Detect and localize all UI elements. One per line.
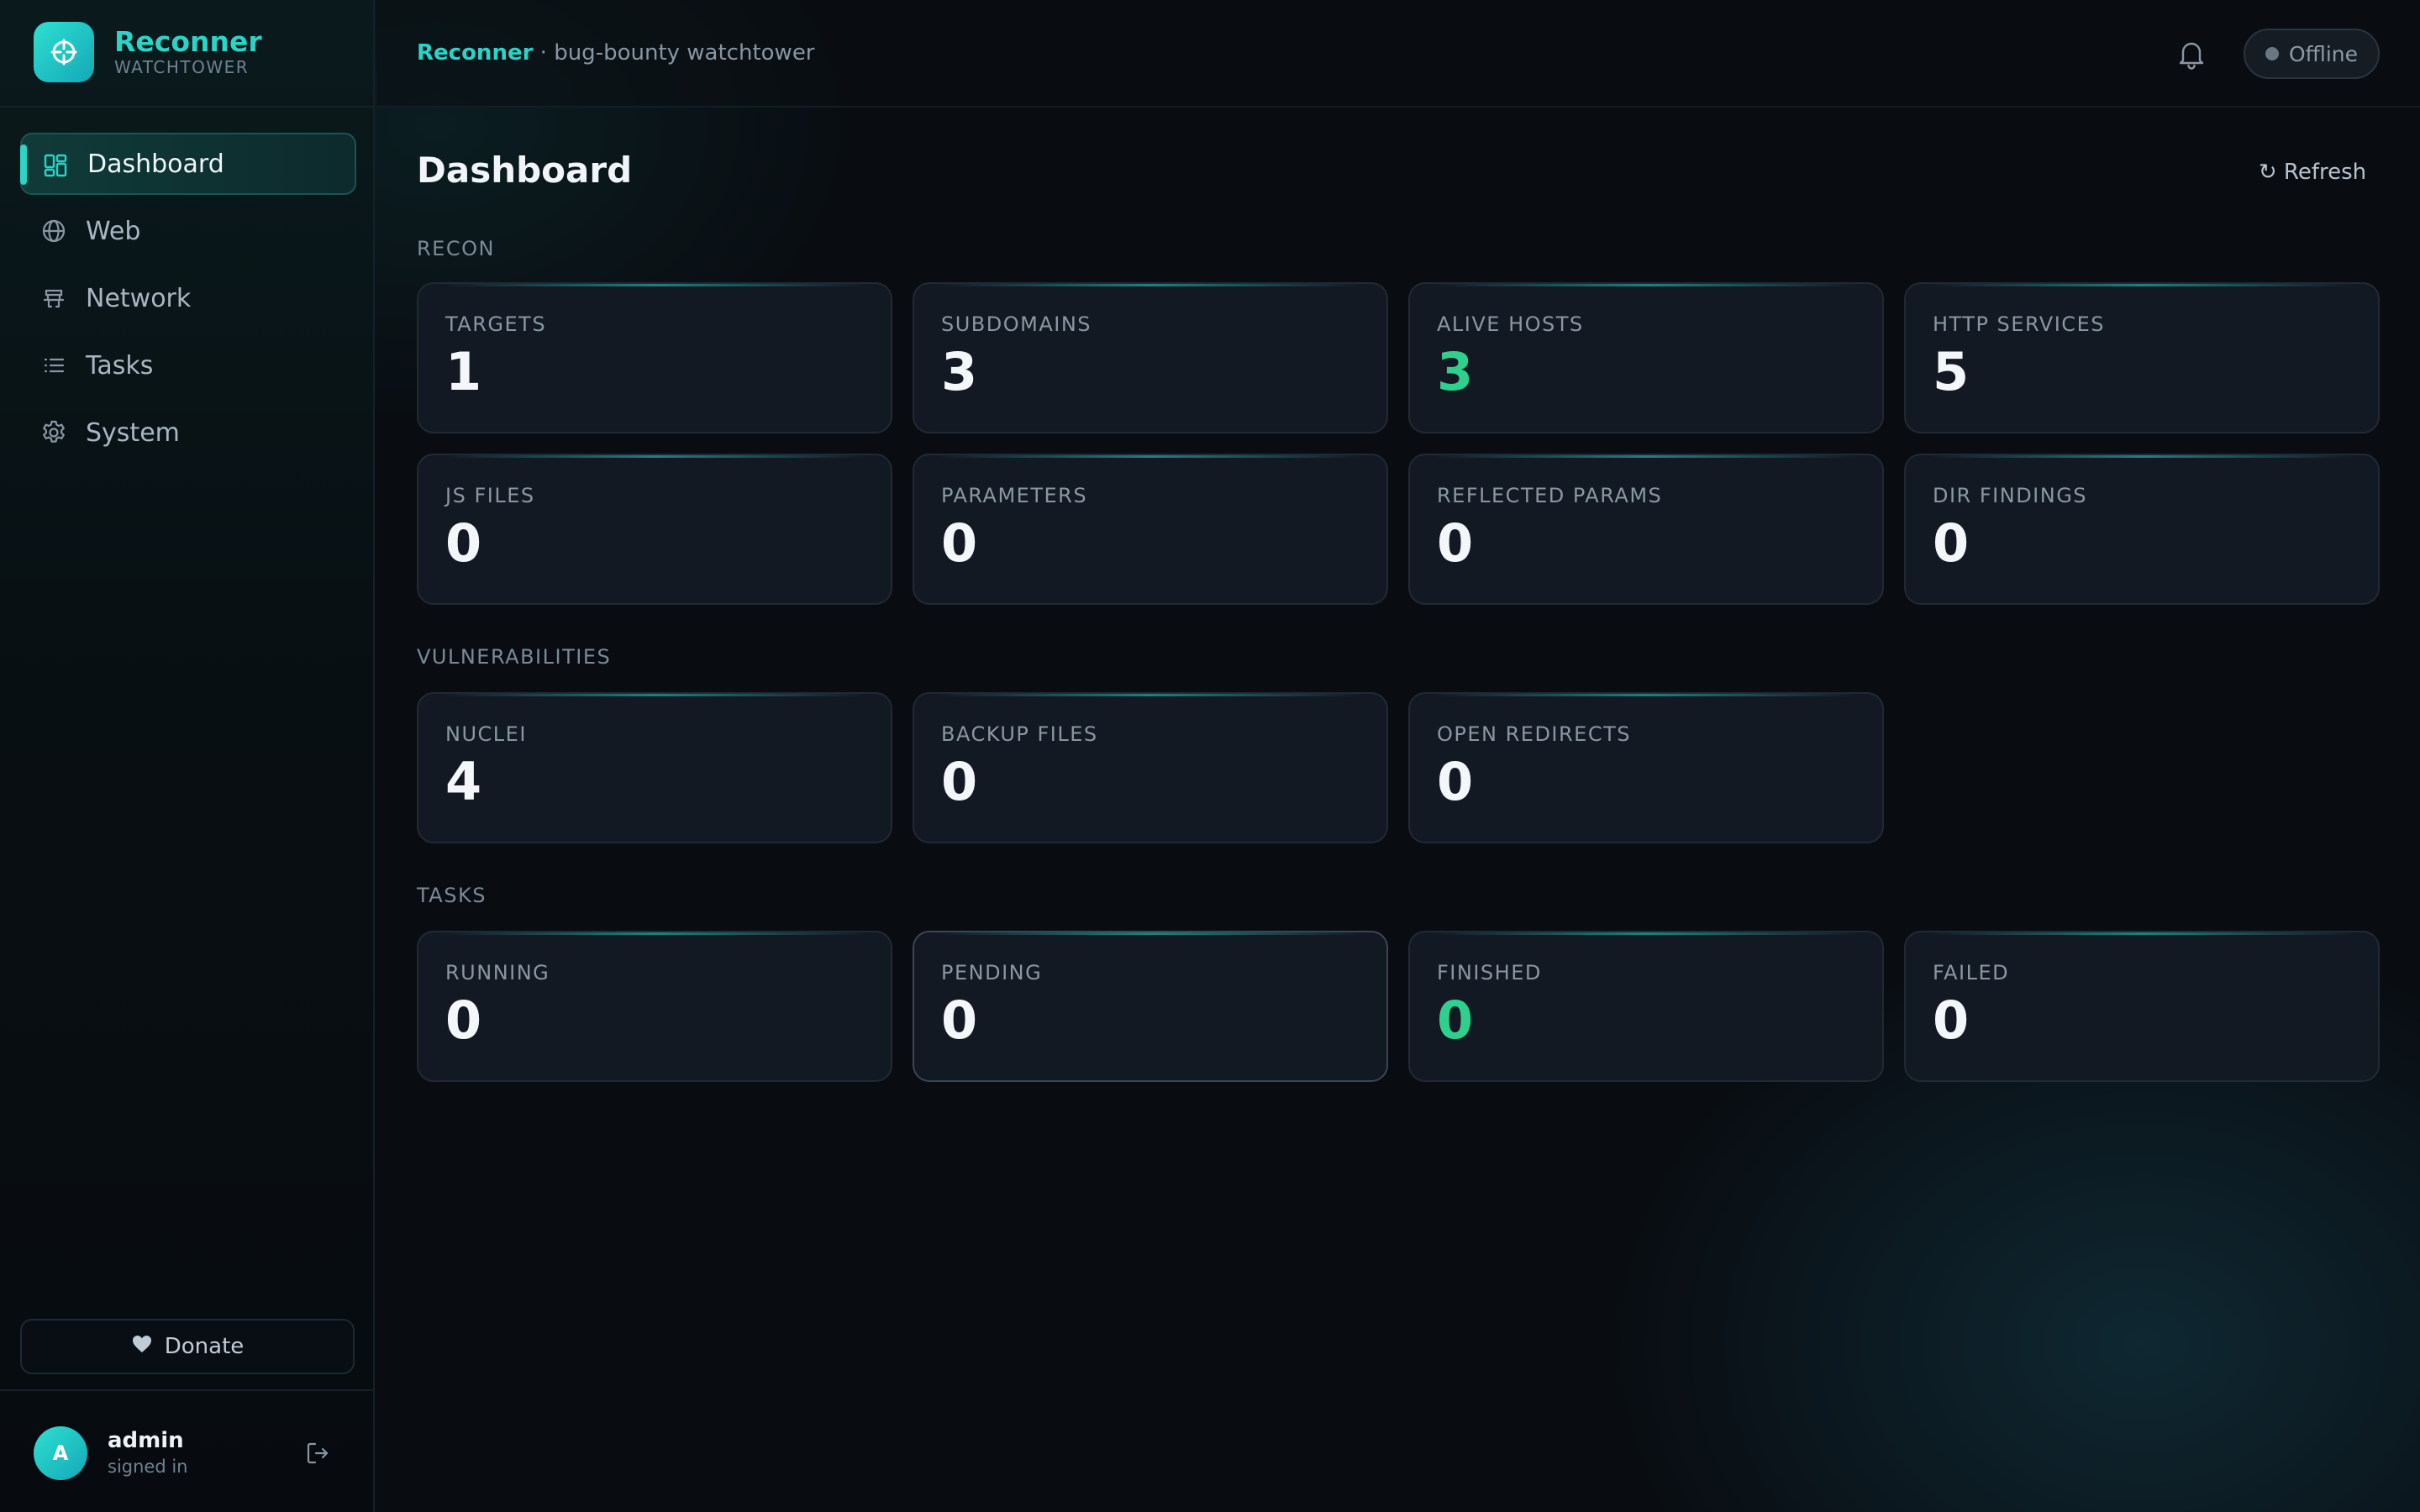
stat-value: 0	[1437, 990, 1474, 1051]
stat-value: 0	[941, 751, 978, 812]
sidebar: Reconner WATCHTOWER Dashboard Web Networ…	[0, 0, 375, 1512]
stat-label: FAILED	[1933, 961, 2010, 984]
stat-value: 0	[941, 512, 978, 574]
sidebar-item-label: System	[86, 417, 180, 448]
stat-card-open-redirects[interactable]: OPEN REDIRECTS 0	[1408, 692, 1884, 843]
stat-value: 3	[941, 341, 978, 402]
avatar[interactable]: A	[34, 1426, 87, 1480]
stat-card-targets[interactable]: TARGETS 1	[417, 282, 892, 433]
logout-icon[interactable]	[304, 1440, 331, 1467]
stat-card-dir-findings[interactable]: DIR FINDINGS 0	[1904, 454, 2380, 605]
stat-label: NUCLEI	[445, 722, 527, 746]
sidebar-item-label: Web	[86, 216, 141, 246]
user-panel: A admin signed in	[0, 1389, 375, 1512]
stat-label: PARAMETERS	[941, 484, 1088, 507]
stat-card-failed[interactable]: FAILED 0	[1904, 931, 2380, 1082]
stat-label: TARGETS	[445, 312, 547, 336]
gear-icon	[40, 419, 67, 446]
stat-card-http-services[interactable]: HTTP SERVICES 5	[1904, 282, 2380, 433]
top-header: Reconner · bug-bounty watchtower Offline	[376, 0, 2420, 108]
stat-card-parameters[interactable]: PARAMETERS 0	[913, 454, 1388, 605]
stat-label: DIR FINDINGS	[1933, 484, 2088, 507]
dashboard-icon	[42, 152, 69, 179]
globe-icon	[40, 218, 67, 244]
stat-value: 1	[445, 341, 482, 402]
stat-value: 0	[941, 990, 978, 1051]
sidebar-item-dashboard[interactable]: Dashboard	[20, 133, 356, 195]
stat-label: HTTP SERVICES	[1933, 312, 2105, 336]
stat-value: 5	[1933, 341, 1970, 402]
stat-card-reflected-params[interactable]: REFLECTED PARAMS 0	[1408, 454, 1884, 605]
refresh-button[interactable]: ↻ Refresh	[2245, 151, 2380, 193]
crosshair-logo-icon[interactable]	[34, 22, 94, 82]
stat-value: 4	[445, 751, 482, 812]
brand: Reconner WATCHTOWER	[0, 0, 375, 108]
stat-label: OPEN REDIRECTS	[1437, 722, 1631, 746]
stat-card-js-files[interactable]: JS FILES 0	[417, 454, 892, 605]
stat-card-running[interactable]: RUNNING 0	[417, 931, 892, 1082]
sidebar-item-tasks[interactable]: Tasks	[20, 334, 356, 396]
stat-card-pending[interactable]: PENDING 0	[913, 931, 1388, 1082]
stat-label: FINISHED	[1437, 961, 1542, 984]
sidebar-item-web[interactable]: Web	[20, 200, 356, 262]
stat-value: 0	[445, 990, 482, 1051]
sidebar-nav: Dashboard Web Network Tasks System	[20, 133, 356, 469]
stat-value: 0	[1933, 512, 1970, 574]
stat-card-nuclei[interactable]: NUCLEI 4	[417, 692, 892, 843]
list-icon	[40, 352, 67, 379]
header-tagline: · bug-bounty watchtower	[539, 40, 815, 66]
sidebar-item-label: Dashboard	[87, 149, 224, 179]
stat-label: JS FILES	[445, 484, 535, 507]
stat-label: PENDING	[941, 961, 1043, 984]
stat-label: ALIVE HOSTS	[1437, 312, 1584, 336]
stat-card-subdomains[interactable]: SUBDOMAINS 3	[913, 282, 1388, 433]
stat-label: SUBDOMAINS	[941, 312, 1092, 336]
stat-value: 0	[445, 512, 482, 574]
section-title-tasks: TASKS	[417, 884, 487, 907]
stat-value: 0	[1437, 751, 1474, 812]
user-status: signed in	[108, 1457, 188, 1477]
heart-icon	[131, 1334, 153, 1360]
stat-value: 3	[1437, 341, 1474, 402]
donate-label: Donate	[164, 1334, 245, 1359]
header-app-name: Reconner	[417, 40, 534, 66]
stat-card-finished[interactable]: FINISHED 0	[1408, 931, 1884, 1082]
stat-card-alive-hosts[interactable]: ALIVE HOSTS 3	[1408, 282, 1884, 433]
bell-icon[interactable]	[2175, 37, 2208, 71]
sidebar-item-network[interactable]: Network	[20, 267, 356, 329]
stat-value: 0	[1437, 512, 1474, 574]
stat-label: RUNNING	[445, 961, 550, 984]
stat-value: 0	[1933, 990, 1970, 1051]
donate-button[interactable]: Donate	[20, 1319, 355, 1374]
sidebar-item-label: Tasks	[86, 350, 154, 381]
brand-subtitle: WATCHTOWER	[114, 57, 250, 77]
network-icon	[40, 285, 67, 312]
sidebar-item-label: Network	[86, 283, 192, 313]
stat-label: REFLECTED PARAMS	[1437, 484, 1663, 507]
status-dot-icon	[2265, 47, 2279, 60]
section-title-recon: RECON	[417, 237, 495, 260]
connection-status-badge: Offline	[2244, 29, 2380, 79]
brand-name: Reconner	[114, 25, 262, 58]
user-name: admin	[108, 1428, 184, 1453]
connection-status-label: Offline	[2288, 41, 2359, 66]
header-title: Reconner · bug-bounty watchtower	[417, 40, 815, 66]
section-title-vulnerabilities: VULNERABILITIES	[417, 645, 612, 669]
stat-label: BACKUP FILES	[941, 722, 1098, 746]
sidebar-item-system[interactable]: System	[20, 402, 356, 464]
page-title: Dashboard	[417, 150, 633, 191]
stat-card-backup-files[interactable]: BACKUP FILES 0	[913, 692, 1388, 843]
